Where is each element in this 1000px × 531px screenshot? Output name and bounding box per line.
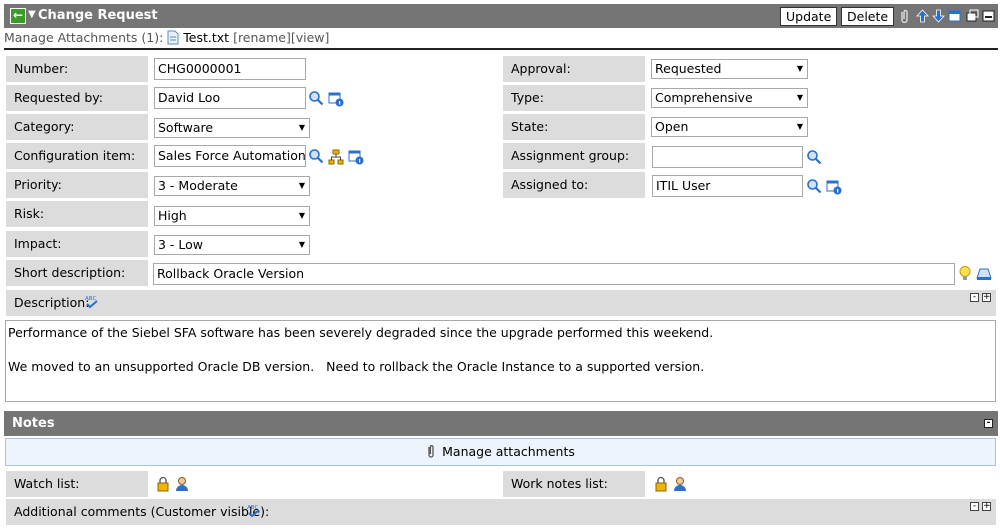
short-description-label: Short description: — [6, 260, 148, 286]
impact-value: 3 - Low — [158, 237, 204, 252]
chevron-down-icon: ▼ — [298, 181, 305, 190]
lock-icon[interactable] — [156, 476, 170, 492]
chevron-down-icon: ▼ — [796, 93, 803, 102]
risk-label: Risk: — [6, 201, 148, 227]
spell-check-icon[interactable]: ABC — [246, 503, 262, 519]
add-me-icon[interactable] — [672, 476, 688, 492]
additional-comments-label: Additional comments (Customer visible): — [14, 504, 270, 519]
description-textarea[interactable]: Performance of the Siebel SFA software h… — [5, 320, 996, 402]
watch-list-label: Watch list: — [6, 471, 148, 497]
impact-label: Impact: — [6, 231, 148, 257]
impact-select[interactable]: 3 - Low ▼ — [154, 235, 310, 255]
assignment-group-field[interactable] — [652, 146, 803, 168]
search-icon[interactable] — [806, 178, 822, 194]
form-header: ← ▼ Change Request Update Delete — [4, 4, 998, 28]
restore-window-icon[interactable] — [966, 9, 979, 23]
notes-title: Notes — [12, 416, 55, 431]
svg-text:ABC: ABC — [85, 296, 96, 302]
category-label: Category: — [6, 114, 148, 140]
number-label: Number: — [6, 56, 148, 82]
chevron-down-icon: ▼ — [298, 211, 305, 220]
chevron-down-icon: ▼ — [796, 64, 803, 73]
requested-by-field[interactable]: David Loo — [154, 87, 306, 109]
type-select[interactable]: Comprehensive ▼ — [651, 88, 808, 108]
paperclip-icon — [428, 445, 434, 458]
collapse-icon[interactable]: - — [970, 502, 979, 511]
search-icon[interactable] — [806, 149, 822, 165]
type-value: Comprehensive — [655, 90, 753, 105]
attachments-bar: Manage Attachments (1): Test.txt [rename… — [4, 30, 329, 46]
priority-select[interactable]: 3 - Moderate ▼ — [154, 176, 310, 196]
rename-link[interactable]: [rename] — [233, 30, 291, 45]
configuration-item-field[interactable]: Sales Force Automation — [154, 145, 306, 167]
minimize-icon[interactable] — [982, 9, 995, 23]
short-description-field[interactable]: Rollback Oracle Version — [153, 263, 955, 285]
form-title: Change Request — [38, 8, 158, 23]
risk-select[interactable]: High ▼ — [154, 206, 310, 226]
number-field[interactable]: CHG0000001 — [154, 58, 306, 80]
suggestion-book-icon[interactable] — [976, 265, 992, 281]
attachment-file-link[interactable]: Test.txt — [183, 30, 229, 45]
priority-value: 3 - Moderate — [158, 178, 238, 193]
manage-attachments-label: Manage attachments — [442, 444, 575, 459]
state-label: State: — [503, 114, 645, 140]
view-link[interactable]: [view] — [291, 30, 330, 45]
assigned-to-label: Assigned to: — [503, 172, 645, 198]
dependency-map-icon[interactable] — [328, 149, 344, 165]
context-menu-icon[interactable]: ▼ — [28, 9, 36, 20]
description-header: Description: ABC - + — [6, 290, 996, 316]
back-arrow-icon[interactable]: ← — [10, 8, 26, 24]
notes-header: Notes - — [4, 411, 998, 436]
divider — [4, 48, 998, 50]
chevron-down-icon: ▼ — [298, 240, 305, 249]
description-label: Description: — [14, 295, 90, 310]
spell-check-icon[interactable]: ABC — [84, 294, 100, 310]
risk-value: High — [158, 208, 187, 223]
lightbulb-icon[interactable] — [957, 265, 973, 281]
reference-info-icon[interactable] — [328, 91, 344, 107]
approval-label: Approval: — [503, 56, 645, 82]
manage-attachments-label: Manage Attachments (1): — [4, 30, 164, 45]
priority-label: Priority: — [6, 172, 148, 198]
state-value: Open — [655, 119, 689, 134]
delete-button[interactable]: Delete — [841, 7, 895, 26]
approval-value: Requested — [655, 61, 722, 76]
attachment-icon[interactable] — [898, 9, 911, 23]
additional-comments-header: Additional comments (Customer visible): … — [6, 499, 996, 525]
description-line-2: We moved to an unsupported Oracle DB ver… — [8, 359, 705, 374]
chevron-down-icon: ▼ — [298, 123, 305, 132]
expand-icon[interactable]: + — [982, 502, 991, 511]
assigned-to-field[interactable]: ITIL User — [652, 175, 803, 197]
configuration-item-label: Configuration item: — [6, 143, 148, 169]
work-notes-list-label: Work notes list: — [503, 471, 645, 497]
state-select[interactable]: Open ▼ — [651, 117, 808, 137]
arrow-down-icon[interactable] — [932, 9, 945, 23]
arrow-up-icon[interactable] — [916, 9, 929, 23]
description-line-1: Performance of the Siebel SFA software h… — [8, 325, 714, 340]
category-select[interactable]: Software ▼ — [154, 118, 310, 138]
personalize-form-icon[interactable] — [948, 9, 961, 23]
document-icon — [167, 30, 179, 45]
search-icon[interactable] — [308, 90, 324, 106]
collapse-icon[interactable]: - — [970, 293, 979, 302]
lock-icon[interactable] — [654, 476, 668, 492]
requested-by-label: Requested by: — [6, 85, 148, 111]
expand-icon[interactable]: + — [982, 293, 991, 302]
search-icon[interactable] — [308, 148, 324, 164]
assignment-group-label: Assignment group: — [503, 143, 645, 169]
category-value: Software — [158, 120, 214, 135]
approval-select[interactable]: Requested ▼ — [651, 59, 808, 79]
svg-text:ABC: ABC — [247, 505, 258, 511]
reference-info-icon[interactable] — [348, 149, 364, 165]
manage-attachments-button[interactable]: Manage attachments — [5, 438, 996, 466]
type-label: Type: — [503, 85, 645, 111]
update-button[interactable]: Update — [780, 7, 838, 26]
reference-info-icon[interactable] — [826, 179, 842, 195]
collapse-icon[interactable]: - — [984, 419, 993, 428]
chevron-down-icon: ▼ — [796, 122, 803, 131]
add-me-icon[interactable] — [174, 476, 190, 492]
